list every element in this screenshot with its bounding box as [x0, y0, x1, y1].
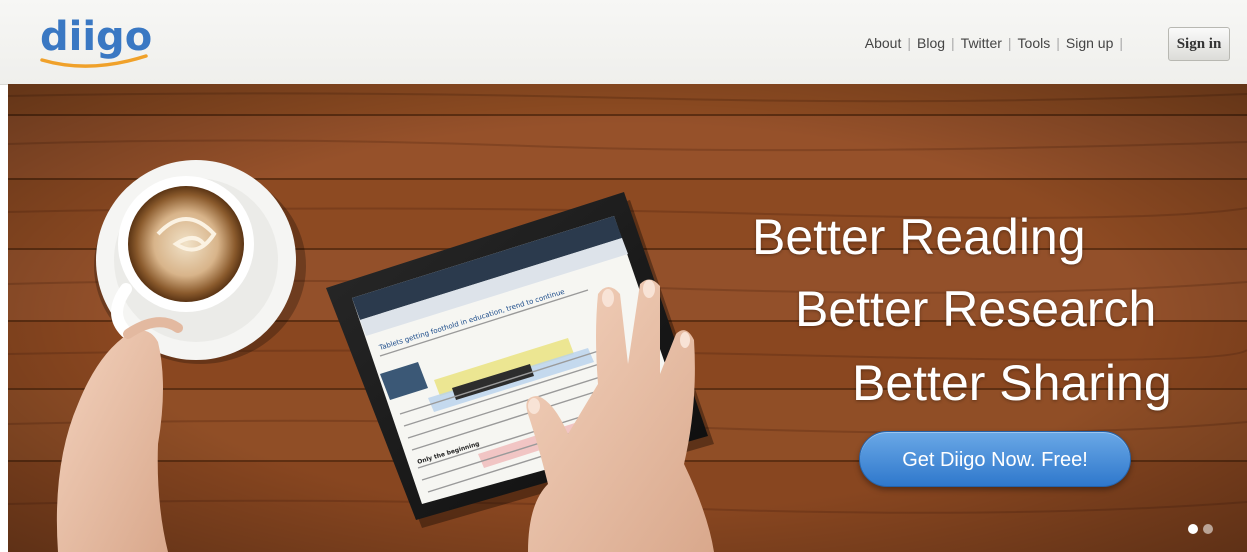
slide-dot-2[interactable] [1203, 524, 1213, 534]
nav-separator: | [1056, 35, 1060, 51]
nav-separator: | [907, 35, 911, 51]
slide-dot-1[interactable] [1188, 524, 1198, 534]
site-header: diigo About | Blog | Twitter | Tools | Sign up | … [0, 0, 1247, 85]
top-nav: About | Blog | Twitter | Tools | Sign up | [865, 35, 1129, 51]
diigo-logo[interactable]: diigo [40, 14, 160, 74]
nav-twitter-link[interactable]: Twitter [961, 35, 1002, 51]
nav-separator: | [1007, 35, 1012, 51]
nav-signup-link[interactable]: Sign up [1066, 35, 1113, 51]
nav-separator: | [951, 35, 955, 51]
nav-tools-link[interactable]: Tools [1018, 35, 1051, 51]
nav-blog-link[interactable]: Blog [917, 35, 945, 51]
tagline-better-research: Better Research [795, 281, 1157, 337]
tagline-better-reading: Better Reading [752, 209, 1086, 265]
tagline-better-sharing: Better Sharing [852, 355, 1172, 411]
slide-indicator [1188, 521, 1218, 539]
sign-in-button[interactable]: Sign in [1168, 27, 1230, 61]
hero-banner: Tablets getting foothold in education, t… [8, 84, 1247, 552]
nav-about-link[interactable]: About [865, 35, 902, 51]
logo-swoosh-icon [40, 54, 148, 68]
nav-separator: | [1119, 35, 1123, 51]
get-diigo-button[interactable]: Get Diigo Now. Free! [859, 431, 1131, 487]
